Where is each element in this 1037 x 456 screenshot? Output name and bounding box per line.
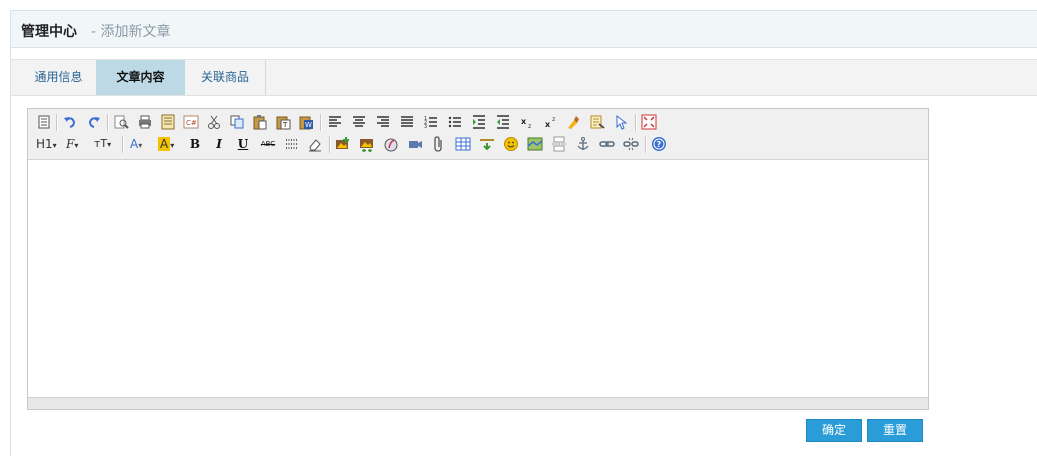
unordered-list-icon[interactable] [447, 114, 463, 130]
unlink-icon[interactable] [623, 136, 639, 152]
font-size-label: тT [94, 137, 108, 150]
tab-general-info[interactable]: 通用信息 [21, 60, 96, 95]
align-right-icon[interactable] [375, 114, 391, 130]
bold-icon[interactable]: B [187, 136, 203, 152]
quick-format-icon[interactable] [589, 114, 605, 130]
clear-format-icon[interactable] [565, 114, 581, 130]
svg-text:T: T [282, 121, 288, 129]
copy-icon[interactable] [229, 114, 245, 130]
emoticon-icon[interactable] [503, 136, 519, 152]
highlight-icon[interactable]: A ▾ [158, 136, 180, 152]
paste-text-icon[interactable]: T [275, 114, 291, 130]
fullscreen-icon[interactable] [641, 114, 657, 130]
link-icon[interactable] [599, 136, 615, 152]
svg-text:x: x [521, 117, 527, 126]
underline-icon[interactable]: U [235, 136, 251, 152]
toolbar-separator [645, 136, 647, 153]
code-icon[interactable]: C# [183, 114, 199, 130]
align-center-icon[interactable] [351, 114, 367, 130]
tab-article-content[interactable]: 文章内容 [96, 60, 185, 95]
ordered-list-icon[interactable]: 123 [423, 114, 439, 130]
toolbar-separator [56, 114, 58, 131]
font-color-label: A [130, 137, 139, 151]
tab-bar: 通用信息 文章内容 关联商品 [11, 59, 1037, 96]
heading-icon[interactable]: H1▾ [36, 136, 60, 152]
help-icon[interactable]: ? [651, 136, 667, 152]
main-frame: 管理中心 - 添加新文章 通用信息 文章内容 关联商品 C# T W 1 2 3… [10, 10, 1037, 456]
svg-text:?: ? [657, 140, 662, 149]
page-break-icon[interactable] [551, 136, 567, 152]
heading-label: H1 [36, 137, 53, 151]
print-icon[interactable] [137, 114, 153, 130]
toolbar-separator [320, 114, 322, 131]
preview-icon[interactable] [113, 114, 129, 130]
rich-text-editor: C# T W 123 x2 x2 H1▾ F▾ тT▾ A▾ A ▾ B I U… [27, 108, 929, 410]
justify-icon[interactable] [399, 114, 415, 130]
toolbar-separator [329, 136, 331, 153]
page-header: 管理中心 - 添加新文章 [11, 11, 1037, 48]
undo-icon[interactable] [62, 114, 78, 130]
svg-text:2: 2 [552, 117, 555, 123]
svg-text:W: W [305, 121, 312, 129]
svg-text:3: 3 [424, 124, 427, 130]
paste-icon[interactable] [252, 114, 268, 130]
editor-content-area[interactable] [28, 160, 928, 397]
redo-icon[interactable] [86, 114, 102, 130]
toolbar-separator [635, 114, 637, 131]
anchor-icon[interactable] [575, 136, 591, 152]
attachment-icon[interactable] [431, 136, 447, 152]
italic-icon[interactable]: I [211, 136, 227, 152]
page-subtitle: - 添加新文章 [91, 24, 171, 40]
svg-text:C#: C# [186, 119, 197, 127]
paste-word-icon[interactable]: W [298, 114, 314, 130]
confirm-button[interactable]: 确定 [806, 419, 862, 442]
font-color-icon[interactable]: A▾ [130, 136, 150, 152]
outdent-icon[interactable] [495, 114, 511, 130]
flash-icon[interactable] [383, 136, 399, 152]
template-icon[interactable] [160, 114, 176, 130]
table-icon[interactable] [455, 136, 471, 152]
subscript-icon[interactable]: x2 [519, 114, 535, 130]
page-title: 管理中心 [21, 24, 77, 40]
font-family-icon[interactable]: F▾ [66, 136, 88, 152]
select-all-icon[interactable] [613, 114, 629, 130]
indent-icon[interactable] [471, 114, 487, 130]
remove-format-icon[interactable] [307, 136, 323, 152]
editor-toolbar: C# T W 123 x2 x2 H1▾ F▾ тT▾ A▾ A ▾ B I U… [28, 109, 928, 160]
image-icon[interactable] [335, 136, 351, 152]
hr-icon[interactable] [479, 136, 495, 152]
source-icon[interactable] [36, 114, 52, 130]
toolbar-separator [122, 136, 124, 153]
cut-icon[interactable] [206, 114, 222, 130]
multi-image-icon[interactable] [359, 136, 375, 152]
editor-resize-bar[interactable] [28, 397, 928, 409]
highlight-label: A [158, 137, 171, 151]
svg-text:2: 2 [528, 124, 531, 130]
superscript-icon[interactable]: x2 [543, 114, 559, 130]
map-icon[interactable] [527, 136, 543, 152]
reset-button[interactable]: 重置 [867, 419, 923, 442]
tab-related-products[interactable]: 关联商品 [185, 60, 266, 95]
line-height-icon[interactable] [284, 136, 300, 152]
media-icon[interactable] [407, 136, 423, 152]
align-left-icon[interactable] [327, 114, 343, 130]
font-size-icon[interactable]: тT▾ [94, 136, 118, 152]
svg-text:x: x [545, 120, 551, 129]
strikethrough-icon[interactable]: ABC [258, 136, 278, 152]
toolbar-separator [107, 114, 109, 131]
